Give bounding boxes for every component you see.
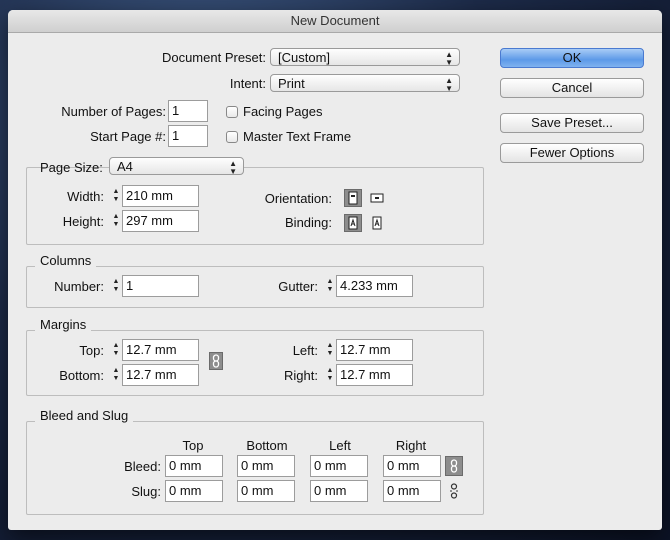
- bleed-col-right: Right: [395, 438, 427, 453]
- margin-left-input[interactable]: 12.7 mm: [336, 339, 413, 361]
- window-title: New Document: [8, 10, 662, 33]
- ok-button[interactable]: OK: [500, 48, 644, 68]
- slug-top-input[interactable]: 0 mm: [165, 480, 223, 502]
- margins-title: Margins: [35, 317, 92, 332]
- slug-bottom-input[interactable]: 0 mm: [237, 480, 295, 502]
- bleed-label: Bleed:: [124, 459, 161, 474]
- start-page-input[interactable]: 1: [168, 125, 208, 147]
- document-preset-value: [Custom]: [278, 50, 331, 65]
- margin-left-label: Left:: [292, 343, 318, 358]
- start-page-label: Start Page #:: [90, 129, 166, 144]
- master-text-frame-label: Master Text Frame: [243, 129, 352, 144]
- margin-top-input[interactable]: 12.7 mm: [122, 339, 199, 361]
- page-size-label: Page Size:: [40, 160, 103, 175]
- left-to-right-binding-icon[interactable]: [344, 214, 362, 232]
- slug-label: Slug:: [131, 484, 161, 499]
- margin-top-stepper[interactable]: ▲ ▼: [111, 339, 121, 361]
- bleed-top-input[interactable]: 0 mm: [165, 455, 223, 477]
- bleed-col-top: Top: [182, 438, 204, 453]
- height-input[interactable]: 297 mm: [122, 210, 199, 232]
- orientation-label: Orientation:: [264, 191, 332, 206]
- slug-broken-chain-icon[interactable]: [445, 481, 463, 501]
- bleed-left-input[interactable]: 0 mm: [310, 455, 368, 477]
- height-stepper[interactable]: ▲ ▼: [111, 210, 121, 232]
- gutter-label: Gutter:: [278, 279, 318, 294]
- gutter-stepper[interactable]: ▲ ▼: [325, 275, 335, 297]
- number-of-pages-input[interactable]: 1: [168, 100, 208, 122]
- bleed-slug-title: Bleed and Slug: [35, 408, 134, 423]
- bleed-right-input[interactable]: 0 mm: [383, 455, 441, 477]
- document-preset-select[interactable]: [Custom] ▲ ▼: [270, 48, 460, 67]
- columns-title: Columns: [35, 253, 97, 268]
- columns-number-label: Number:: [54, 279, 104, 294]
- margin-top-label: Top:: [79, 343, 104, 358]
- chain-link-icon[interactable]: [209, 352, 223, 370]
- bleed-bottom-input[interactable]: 0 mm: [237, 455, 295, 477]
- select-arrows-icon: ▲ ▼: [445, 76, 453, 93]
- right-to-left-binding-icon[interactable]: [368, 214, 386, 232]
- select-arrows-icon: ▲ ▼: [229, 159, 237, 176]
- page-size-group: [26, 167, 484, 245]
- width-input[interactable]: 210 mm: [122, 185, 199, 207]
- margin-left-stepper[interactable]: ▲ ▼: [325, 339, 335, 361]
- bleed-col-bottom: Bottom: [246, 438, 288, 453]
- facing-pages-checkbox[interactable]: [226, 106, 238, 118]
- bleed-chain-link-icon[interactable]: [445, 456, 463, 476]
- margin-right-stepper[interactable]: ▲ ▼: [325, 364, 335, 386]
- save-preset-button[interactable]: Save Preset...: [500, 113, 644, 133]
- binding-label: Binding:: [285, 215, 332, 230]
- select-arrows-icon: ▲ ▼: [445, 50, 453, 67]
- slug-left-input[interactable]: 0 mm: [310, 480, 368, 502]
- master-text-frame-checkbox[interactable]: [226, 131, 238, 143]
- page-size-value: A4: [117, 159, 133, 174]
- intent-label: Intent:: [229, 76, 266, 91]
- margin-bottom-label: Bottom:: [59, 368, 104, 383]
- bleed-col-left: Left: [329, 438, 351, 453]
- margins-group: [26, 330, 484, 396]
- landscape-orientation-icon[interactable]: [368, 189, 386, 207]
- slug-right-input[interactable]: 0 mm: [383, 480, 441, 502]
- margin-right-label: Right:: [284, 368, 318, 383]
- width-stepper[interactable]: ▲ ▼: [111, 185, 121, 207]
- fewer-options-button[interactable]: Fewer Options: [500, 143, 644, 163]
- intent-select[interactable]: Print ▲ ▼: [270, 74, 460, 93]
- intent-value: Print: [278, 76, 305, 91]
- width-label: Width:: [67, 189, 104, 204]
- cancel-button[interactable]: Cancel: [500, 78, 644, 98]
- columns-number-input[interactable]: 1: [122, 275, 199, 297]
- number-of-pages-label: Number of Pages:: [61, 104, 166, 119]
- margin-bottom-input[interactable]: 12.7 mm: [122, 364, 199, 386]
- document-preset-label: Document Preset:: [161, 50, 266, 65]
- page-size-select[interactable]: A4 ▲ ▼: [109, 157, 244, 176]
- new-document-dialog: New Document Document Preset: [Custom] ▲…: [8, 10, 662, 530]
- columns-number-stepper[interactable]: ▲ ▼: [111, 275, 121, 297]
- margin-bottom-stepper[interactable]: ▲ ▼: [111, 364, 121, 386]
- height-label: Height:: [62, 214, 104, 229]
- facing-pages-label: Facing Pages: [243, 104, 323, 119]
- gutter-input[interactable]: 4.233 mm: [336, 275, 413, 297]
- portrait-orientation-icon[interactable]: [344, 189, 362, 207]
- margin-right-input[interactable]: 12.7 mm: [336, 364, 413, 386]
